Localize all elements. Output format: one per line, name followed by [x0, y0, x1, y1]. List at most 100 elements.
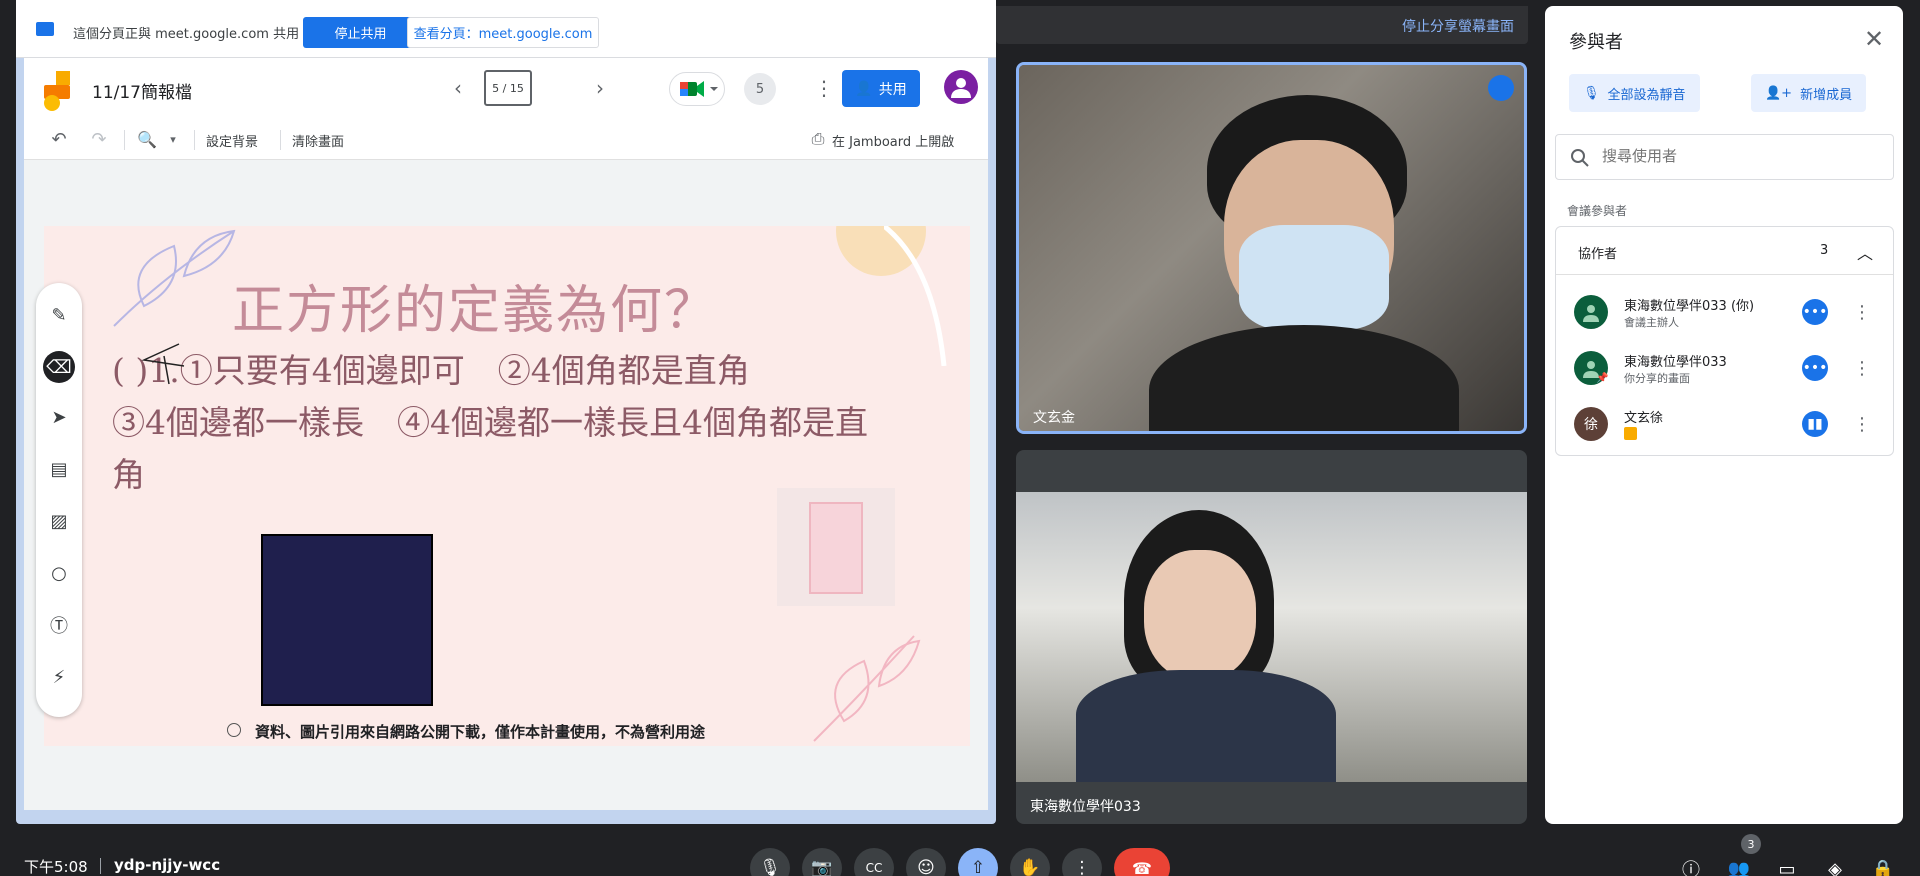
image-icon[interactable]: ▨ — [45, 507, 73, 535]
present-screen-icon[interactable]: ⇧ — [958, 848, 998, 876]
divider — [124, 130, 125, 150]
more-options-icon[interactable]: ••• — [1802, 355, 1828, 381]
group-header[interactable]: 協作者 3 ︿ — [1556, 227, 1893, 275]
question-line: 角 — [112, 455, 145, 494]
participant-row[interactable]: 📌 東海數位學伴033 你分享的畫面 ••• ⋮ — [1556, 339, 1893, 395]
participant-name: 東海數位學伴033 (你) — [1624, 299, 1755, 314]
more-vert-icon[interactable]: ⋮ — [1850, 353, 1874, 383]
participant-role: 你分享的畫面 — [1624, 372, 1690, 385]
redo-icon[interactable]: ↷ — [86, 126, 112, 152]
mute-all-label: 全部設為靜音 — [1607, 87, 1686, 103]
mute-all-button[interactable]: 🎙 全部設為靜音 — [1569, 74, 1700, 112]
divider — [100, 858, 101, 874]
collaborators-group: 協作者 3 ︿ 東海數位學伴033 (你) 會議主辦人 ••• ⋮ 📌 東海數位… — [1555, 226, 1894, 456]
jamboard-header: 11/17簡報檔 ‹ 5 / 15 › 5 ⋮ 👤 共用 — [24, 58, 988, 118]
jamboard-badge-icon — [1624, 427, 1637, 440]
sticky-note-icon[interactable]: ▤ — [45, 455, 73, 483]
mic-off-icon: 🎙 — [1583, 85, 1600, 101]
pen-icon[interactable]: ✎ — [45, 301, 73, 329]
avatar — [1574, 295, 1608, 329]
frame-counter[interactable]: 5 / 15 — [484, 70, 532, 106]
screen-share-icon — [36, 22, 54, 36]
close-icon[interactable]: ✕ — [1859, 24, 1889, 54]
undo-icon[interactable]: ↶ — [46, 126, 72, 152]
zoom-dropdown-icon[interactable]: ▾ — [164, 126, 182, 152]
group-label: 協作者 — [1578, 247, 1618, 262]
video-tile-active[interactable]: 文玄金 — [1016, 62, 1527, 434]
meet-icon — [680, 81, 718, 97]
video-tile[interactable]: 東海數位學伴033 — [1016, 450, 1527, 824]
activities-icon[interactable]: ◈ — [1820, 854, 1850, 876]
account-icon — [951, 78, 971, 98]
divider — [280, 130, 281, 150]
jam-canvas[interactable]: 正方形的定義為何？ ( )1.①只要有4個邊即可 ②4個角都是直角 ③4個邊都一… — [24, 160, 988, 810]
host-controls-icon[interactable]: 🔒 — [1868, 854, 1898, 876]
clear-frame-button[interactable]: 清除畫面 — [292, 131, 344, 150]
speaking-indicator-icon — [1488, 75, 1514, 101]
audio-level-icon: ▮▮ — [1802, 411, 1828, 437]
slide-frame[interactable]: 正方形的定義為何？ ( )1.①只要有4個邊即可 ②4個角都是直角 ③4個邊都一… — [44, 226, 970, 746]
meet-button[interactable] — [669, 72, 725, 106]
zoom-icon[interactable]: 🔍 — [134, 126, 160, 152]
share-person-icon: 👤 — [855, 80, 873, 97]
participant-row[interactable]: 徐 文玄徐 ▮▮ ⋮ — [1556, 395, 1893, 451]
jamboard-app: 11/17簡報檔 ‹ 5 / 15 › 5 ⋮ 👤 共用 ↶ ↷ 🔍 ▾ 設定背… — [24, 58, 988, 810]
participant-row[interactable]: 東海數位學伴033 (你) 會議主辦人 ••• ⋮ — [1556, 283, 1893, 339]
chevron-up-icon[interactable]: ︿ — [1852, 239, 1878, 265]
more-vert-icon[interactable]: ⋮ — [812, 74, 836, 102]
participant-count-badge[interactable]: 5 — [744, 73, 776, 105]
tile-participant-name: 文玄金 — [1033, 410, 1075, 426]
info-icon[interactable]: ⓘ — [1676, 854, 1706, 876]
search-icon — [1571, 149, 1589, 167]
mic-icon[interactable]: 🎙 — [750, 848, 790, 876]
laser-icon[interactable]: ⚡ — [45, 663, 73, 691]
next-frame-icon[interactable]: › — [586, 74, 614, 102]
stop-sharing-button[interactable]: 停止共用 — [303, 17, 418, 48]
more-vert-icon[interactable]: ⋮ — [1062, 848, 1102, 876]
chat-icon[interactable]: ▭ — [1772, 854, 1802, 876]
more-vert-icon[interactable]: ⋮ — [1850, 297, 1874, 327]
people-panel: 參與者 ✕ 🎙 全部設為靜音 👤+ 新增成員 會議參與者 協作者 3 ︿ 東海數… — [1545, 6, 1903, 824]
people-icon[interactable]: 👥 — [1724, 854, 1754, 876]
add-people-button[interactable]: 👤+ 新增成員 — [1751, 74, 1867, 112]
eraser-icon[interactable]: ⌫ — [43, 351, 75, 383]
account-avatar[interactable] — [944, 70, 978, 104]
person-add-icon: 👤+ — [1765, 85, 1793, 101]
more-options-icon[interactable]: ••• — [1802, 299, 1828, 325]
stop-screen-share-link[interactable]: 停止分享螢幕畫面 — [1402, 16, 1514, 36]
captions-icon[interactable]: CC — [854, 848, 894, 876]
camera-icon[interactable]: 📷 — [802, 848, 842, 876]
circle-icon[interactable]: ○ — [45, 559, 73, 587]
section-label: 會議參與者 — [1567, 204, 1628, 218]
door-image — [777, 488, 895, 606]
emoji-icon[interactable]: ☺ — [906, 848, 946, 876]
open-in-jamboard-button[interactable]: 在 Jamboard 上開啟 — [832, 131, 954, 150]
jam-share-label: 共用 — [878, 81, 907, 98]
prev-frame-icon[interactable]: ‹ — [444, 74, 472, 102]
square-shape — [261, 534, 433, 706]
group-count: 3 — [1820, 243, 1829, 258]
text-box-icon[interactable]: Ⓣ — [45, 611, 73, 639]
set-background-button[interactable]: 設定背景 — [206, 131, 258, 150]
select-icon[interactable]: ➤ — [45, 403, 73, 431]
jam-share-button[interactable]: 👤 共用 — [842, 70, 920, 107]
jam-toolbar: ↶ ↷ 🔍 ▾ 設定背景 清除畫面 ⎙ 在 Jamboard 上開啟 — [24, 118, 988, 160]
curve-decoration-icon — [884, 226, 947, 366]
leaf-decoration-icon — [113, 229, 236, 327]
view-tab-button[interactable]: 查看分頁：meet.google.com — [407, 17, 599, 48]
person-body — [1076, 670, 1336, 782]
search-input[interactable] — [1602, 147, 1882, 165]
end-call-icon[interactable]: ☎ — [1114, 848, 1170, 876]
slide-footer-note: 資料、圖片引用來自網路公開下載，僅作本計畫使用，不為營利用途 — [255, 723, 706, 741]
open-external-icon: ⎙ — [811, 129, 825, 148]
more-vert-icon[interactable]: ⋮ — [1850, 409, 1874, 439]
participant-name: 文玄徐 — [1624, 411, 1664, 426]
jam-title: 11/17簡報檔 — [92, 83, 192, 103]
leaf-decoration-icon — [813, 635, 921, 742]
screen-share-strip: 停止分享螢幕畫面 — [996, 6, 1528, 44]
jamboard-logo-icon — [44, 71, 70, 111]
panel-title: 參與者 — [1569, 32, 1623, 53]
add-people-label: 新增成員 — [1800, 87, 1853, 103]
tool-palette: ✎ ⌫ ➤ ▤ ▨ ○ Ⓣ ⚡ — [36, 283, 82, 717]
raise-hand-icon[interactable]: ✋ — [1010, 848, 1050, 876]
